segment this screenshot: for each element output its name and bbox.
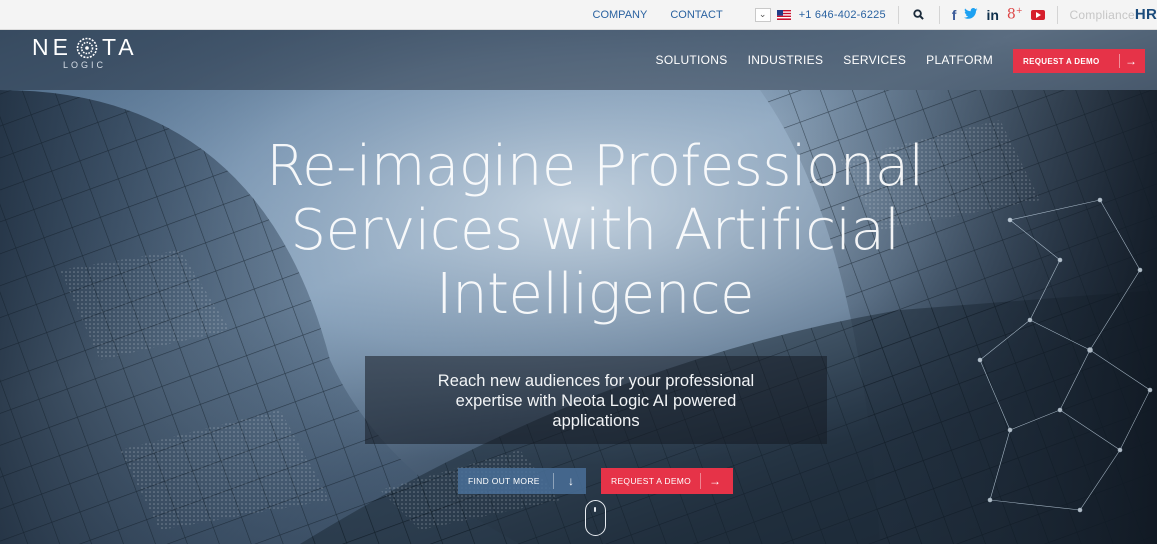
linkedin-icon[interactable]: in xyxy=(986,8,998,22)
hero-headline-line-2: Services with Artificial xyxy=(290,198,900,263)
search-icon[interactable] xyxy=(911,7,927,23)
neota-logic-logo[interactable]: NE TA LOGIC xyxy=(32,34,138,70)
hero-headline-line-3: Intelligence xyxy=(436,262,754,327)
hero-subtext: Reach new audiences for your professiona… xyxy=(365,371,827,431)
chevron-down-icon[interactable]: ⌄ xyxy=(754,7,771,22)
youtube-icon[interactable] xyxy=(1030,9,1045,20)
request-demo-nav-button[interactable]: REQUEST A DEMO → xyxy=(1013,49,1145,73)
phone-number[interactable]: +1 646-402-6225 xyxy=(799,9,886,21)
request-demo-hero-label: REQUEST A DEMO xyxy=(611,476,692,486)
scroll-down-mouse-icon[interactable] xyxy=(585,500,606,536)
divider xyxy=(1056,5,1058,24)
request-demo-hero-button[interactable]: REQUEST A DEMO → xyxy=(601,468,733,494)
hero-subtext-line-2: expertise with Neota Logic AI powered xyxy=(455,392,737,410)
divider xyxy=(1119,54,1120,68)
find-out-more-button[interactable]: FIND OUT MORE ↓ xyxy=(458,468,586,494)
nav-item-platform[interactable]: PLATFORM xyxy=(926,53,993,67)
arrow-right-icon: → xyxy=(709,474,721,488)
logo-word-left: NE xyxy=(32,34,72,60)
compliance-hr-link[interactable]: ComplianceHR xyxy=(1070,6,1157,23)
hero-headline-line-1: Re-imagine Professional xyxy=(266,134,924,199)
company-link[interactable]: COMPANY xyxy=(593,9,648,21)
divider xyxy=(938,5,940,24)
divider xyxy=(553,473,554,489)
arrow-down-icon: ↓ xyxy=(568,474,574,488)
hero-headline: Re-imagine Professional Services with Ar… xyxy=(200,135,990,327)
logo-mark-icon xyxy=(76,37,98,58)
divider xyxy=(897,5,899,24)
request-demo-nav-label: REQUEST A DEMO xyxy=(1023,56,1100,66)
nav-item-solutions[interactable]: SOLUTIONS xyxy=(656,53,728,67)
compliance-brand: HR xyxy=(1134,6,1157,23)
find-out-more-label: FIND OUT MORE xyxy=(468,476,540,486)
divider xyxy=(700,473,701,489)
compliance-prefix: Compliance xyxy=(1069,8,1135,22)
nav-item-industries[interactable]: INDUSTRIES xyxy=(748,53,824,67)
hero-section: NE TA LOGIC SOLUTIONS INDUSTRIES SERVICE… xyxy=(0,30,1157,544)
twitter-icon[interactable] xyxy=(964,7,978,22)
utility-bar: COMPANY CONTACT ⌄ +1 646-402-6225 f in 8… xyxy=(0,0,1157,30)
logo-word-right: TA xyxy=(101,34,138,60)
contact-link[interactable]: CONTACT xyxy=(670,9,722,21)
us-flag-icon xyxy=(776,9,791,20)
hero-subtext-line-3: applications xyxy=(552,412,640,430)
hero-subtext-line-1: Reach new audiences for your professiona… xyxy=(437,372,755,390)
arrow-right-icon: → xyxy=(1125,54,1137,68)
language-selector[interactable]: ⌄ xyxy=(754,7,791,22)
facebook-icon[interactable]: f xyxy=(952,8,957,22)
logo-subtitle: LOGIC xyxy=(63,60,107,70)
googleplus-icon[interactable]: 8+ xyxy=(1007,7,1023,22)
main-nav: SOLUTIONS INDUSTRIES SERVICES PLATFORM xyxy=(636,53,993,67)
nav-item-services[interactable]: SERVICES xyxy=(843,53,906,67)
social-links: f in 8+ xyxy=(952,7,1045,22)
